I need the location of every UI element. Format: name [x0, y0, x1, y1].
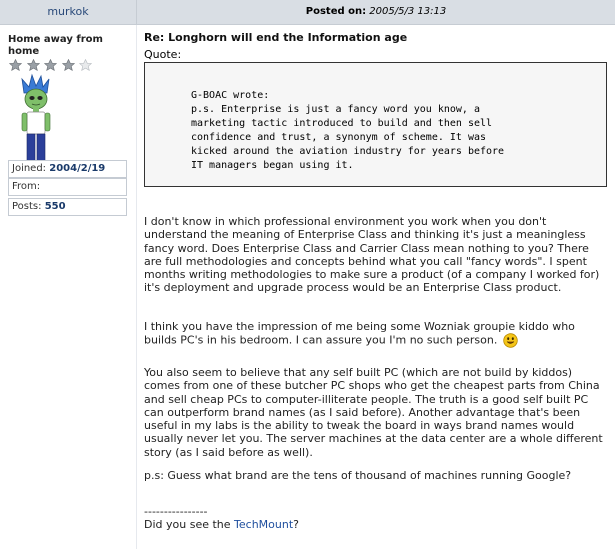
- author-sidebar: Home away from home Joined: 2004/2/19 Fr…: [0, 25, 137, 549]
- from-field: From:: [8, 178, 127, 196]
- post-paragraph-2: I think you have the impression of me be…: [144, 320, 604, 348]
- signature-prefix: Did you see the: [144, 518, 235, 531]
- quote-line: G-BOAC wrote:: [191, 90, 270, 101]
- quote-block: G-BOAC wrote: p.s. Enterprise is just a f…: [144, 62, 607, 187]
- star-icon: [44, 59, 57, 71]
- post-paragraph-4: p.s: Guess what brand are the tens of th…: [144, 469, 572, 482]
- quote-label: Quote:: [144, 48, 182, 61]
- quote-line: kicked around the aviation industry for …: [191, 146, 505, 157]
- post-title: Re: Longhorn will end the Information ag…: [144, 31, 408, 44]
- posts-value: 550: [44, 201, 66, 212]
- posted-on-label: Posted on:: [305, 6, 367, 17]
- rank-title: Home away from home: [8, 34, 103, 57]
- star-empty-icon: [79, 59, 92, 71]
- post-paragraph-1: I don't know in which professional envir…: [144, 215, 600, 295]
- posts-label: Posts:: [12, 201, 42, 212]
- post-paragraph-3: You also seem to believe that any self b…: [144, 366, 603, 459]
- star-icon: [61, 59, 75, 71]
- joined-label: Joined:: [12, 163, 47, 174]
- signature-suffix: ?: [293, 518, 299, 531]
- quote-line: confidence and trust, a synonym of schem…: [191, 132, 487, 143]
- signature: Did you see the TechMount?: [144, 518, 604, 531]
- quote-line: marketing tactic introduced to build and…: [191, 118, 493, 129]
- post-header-bar: murkok Posted on: 2005/5/3 13:13: [0, 0, 615, 25]
- from-label: From:: [12, 181, 41, 192]
- star-icon: [26, 59, 40, 71]
- author-name-link[interactable]: murkok: [0, 0, 137, 24]
- signature-rule: ----------------: [144, 505, 208, 518]
- joined-value: 2004/2/19: [49, 163, 106, 174]
- techmount-link[interactable]: TechMount: [234, 518, 293, 531]
- rank-stars: [9, 59, 93, 71]
- quote-line: IT managers began using it.: [191, 160, 354, 171]
- smiley-icon: [503, 333, 518, 348]
- star-icon: [9, 59, 22, 71]
- posted-on-value: 2005/5/3 13:13: [369, 6, 447, 17]
- posted-on: Posted on: 2005/5/3 13:13: [137, 0, 615, 24]
- posts-field: Posts: 550: [8, 198, 127, 216]
- joined-field: Joined: 2004/2/19: [8, 160, 127, 178]
- quote-line: p.s. Enterprise is just a fancy word you…: [191, 104, 480, 115]
